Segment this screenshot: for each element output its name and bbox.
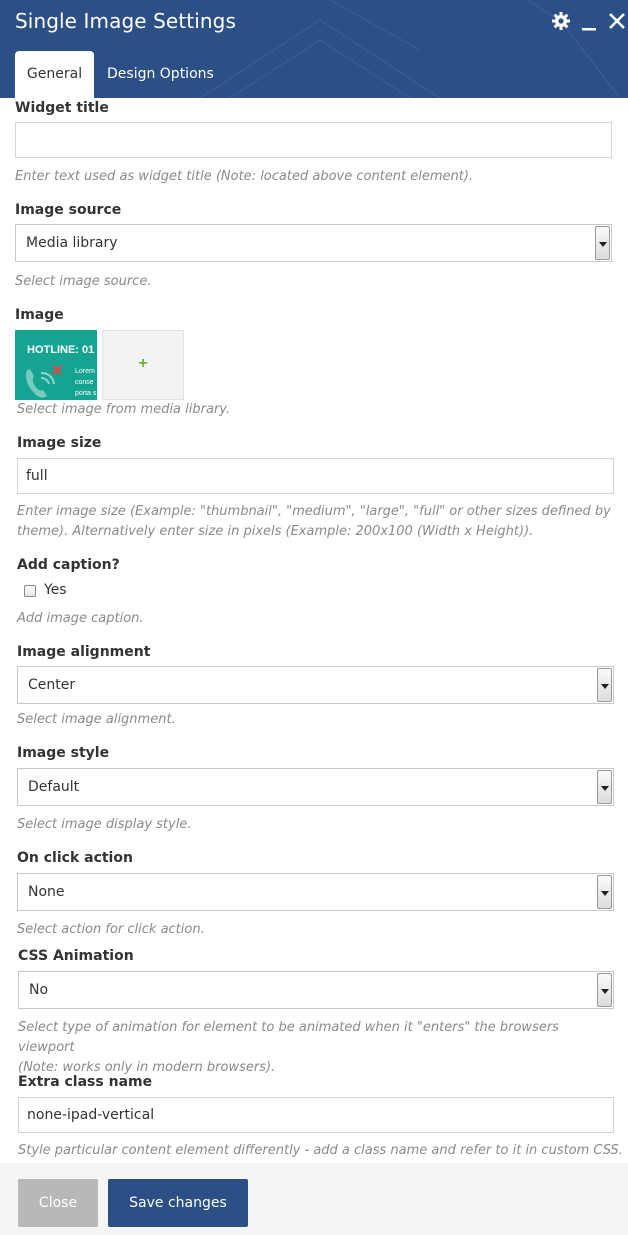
chevron-down-icon[interactable] — [597, 668, 612, 702]
phone-icon — [26, 365, 62, 398]
thumbnail-hotline-text: HOTLINE: 01 — [27, 344, 95, 356]
dialog-footer: Close Save changes — [0, 1163, 628, 1235]
add-image-button[interactable]: + — [102, 330, 184, 400]
image-alignment-label: Image alignment — [17, 644, 151, 660]
image-size-input[interactable]: full — [17, 458, 614, 494]
tab-general[interactable]: General — [15, 51, 94, 98]
image-size-help-line-2: theme). Alternatively enter size in pixe… — [17, 524, 534, 539]
image-alignment-value: Center — [28, 677, 76, 693]
close-button[interactable]: Close — [18, 1179, 98, 1227]
plus-icon: + — [138, 355, 148, 372]
image-size-help: Enter image size (Example: "thumbnail", … — [17, 502, 617, 542]
image-style-help: Select image display style. — [17, 817, 192, 832]
close-icon[interactable] — [606, 10, 628, 32]
add-caption-label: Add caption? — [17, 557, 120, 573]
image-source-value: Media library — [26, 235, 118, 251]
on-click-label: On click action — [17, 850, 133, 866]
add-caption-option[interactable]: Yes — [44, 582, 67, 598]
dialog-title: Single Image Settings — [15, 9, 236, 33]
widget-title-label: Widget title — [15, 100, 109, 116]
tab-design-options[interactable]: Design Options — [107, 51, 214, 98]
thumbnail-lorem-text: Lorem conse porta s — [75, 368, 97, 397]
image-size-label: Image size — [17, 435, 102, 451]
css-animation-help: Select type of animation for element to … — [18, 1018, 618, 1078]
css-animation-label: CSS Animation — [18, 948, 134, 964]
add-caption-checkbox[interactable] — [24, 585, 36, 597]
image-thumbnail[interactable]: HOTLINE: 01 Lorem conse porta s — [15, 330, 97, 400]
css-animation-select[interactable]: No — [18, 971, 614, 1009]
minimize-icon[interactable] — [578, 10, 600, 32]
add-caption-help: Add image caption. — [17, 611, 144, 626]
chevron-down-icon[interactable] — [597, 973, 612, 1007]
gear-icon[interactable] — [550, 10, 572, 32]
on-click-help: Select action for click action. — [17, 922, 205, 937]
image-style-label: Image style — [17, 745, 110, 761]
image-alignment-help: Select image alignment. — [17, 712, 176, 727]
image-source-select[interactable]: Media library — [15, 224, 612, 262]
image-style-value: Default — [28, 779, 80, 795]
dialog-header: Single Image Settings General Design Opt… — [0, 0, 628, 98]
image-alignment-select[interactable]: Center — [17, 666, 614, 704]
chevron-down-icon[interactable] — [597, 770, 612, 804]
widget-title-help: Enter text used as widget title (Note: l… — [15, 169, 474, 184]
extra-class-label: Extra class name — [18, 1074, 153, 1090]
css-animation-help-line-1: Select type of animation for element to … — [18, 1020, 559, 1055]
save-changes-button[interactable]: Save changes — [108, 1179, 248, 1227]
image-size-help-line-1: Enter image size (Example: "thumbnail", … — [17, 504, 611, 519]
chevron-down-icon[interactable] — [595, 226, 610, 260]
image-help: Select image from media library. — [17, 402, 231, 417]
image-source-help: Select image source. — [15, 274, 152, 289]
image-style-select[interactable]: Default — [17, 768, 614, 806]
on-click-select[interactable]: None — [17, 873, 614, 911]
on-click-value: None — [28, 884, 65, 900]
extra-class-input[interactable]: none-ipad-vertical — [18, 1097, 614, 1133]
extra-class-help: Style particular content element differe… — [18, 1143, 623, 1158]
image-label: Image — [15, 307, 64, 323]
image-source-label: Image source — [15, 202, 122, 218]
widget-title-input[interactable] — [15, 122, 612, 158]
chevron-down-icon[interactable] — [597, 875, 612, 909]
css-animation-value: No — [29, 982, 49, 998]
